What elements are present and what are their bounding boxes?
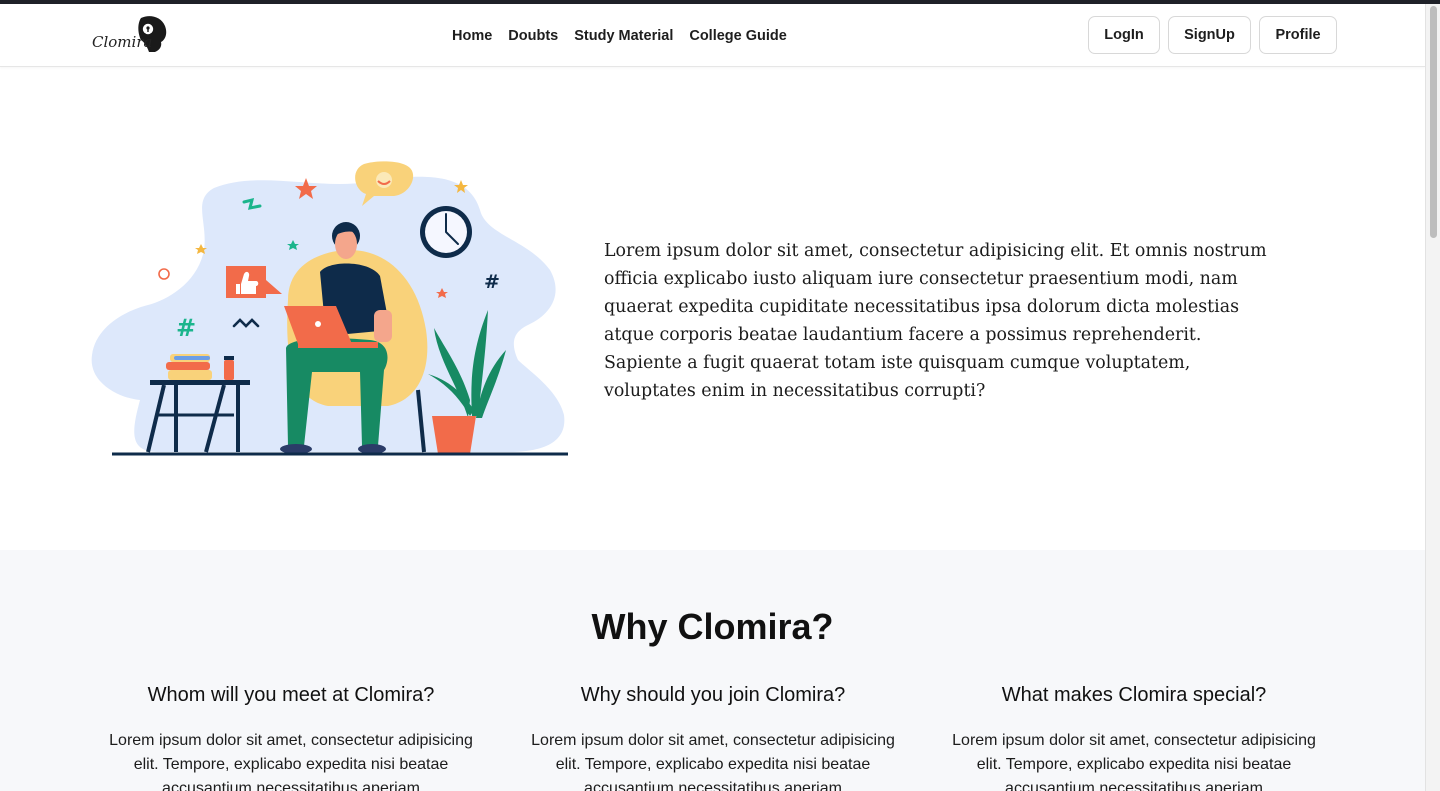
hero-paragraph: Lorem ipsum dolor sit amet, consectetur … [604, 241, 1267, 401]
logo[interactable]: Clomira [89, 12, 171, 54]
svg-text:#: # [484, 271, 500, 293]
svg-text:#: # [176, 314, 196, 342]
feature-heading: Why should you join Clomira? [580, 684, 846, 706]
feature-column: What makes Clomira special? Lorem ipsum … [949, 684, 1319, 791]
main-nav: Home Doubts Study Material College Guide [452, 28, 787, 44]
feature-heading: Whom will you meet at Clomira? [147, 684, 435, 706]
nav-doubts[interactable]: Doubts [508, 28, 558, 44]
feature-column: Whom will you meet at Clomira? Lorem ips… [106, 684, 476, 791]
navbar: Clomira Home Doubts Study Material Colle… [0, 4, 1425, 67]
feature-text: Lorem ipsum dolor sit amet, consectetur … [531, 732, 895, 791]
login-button[interactable]: LogIn [1088, 16, 1160, 54]
nav-college-guide[interactable]: College Guide [689, 28, 787, 44]
nav-home[interactable]: Home [452, 28, 492, 44]
profile-button[interactable]: Profile [1259, 16, 1337, 54]
feature-text: Lorem ipsum dolor sit amet, consectetur … [109, 732, 473, 791]
why-section: Why Clomira? Whom will you meet at Clomi… [0, 550, 1425, 791]
logo-text: Clomira [92, 33, 153, 51]
hero-illustration: # # [91, 161, 568, 456]
scrollbar-thumb[interactable] [1430, 6, 1437, 238]
books [168, 370, 212, 380]
feature-heading: What makes Clomira special? [1001, 684, 1267, 706]
feature-column: Why should you join Clomira? Lorem ipsum… [528, 684, 898, 791]
plant-pot [432, 416, 476, 454]
feature-text: Lorem ipsum dolor sit amet, consectetur … [952, 732, 1316, 791]
nav-study-material[interactable]: Study Material [574, 28, 673, 44]
signup-button[interactable]: SignUp [1168, 16, 1251, 54]
page-scrollbar[interactable] [1425, 4, 1440, 791]
why-title: Why Clomira? [591, 606, 834, 647]
